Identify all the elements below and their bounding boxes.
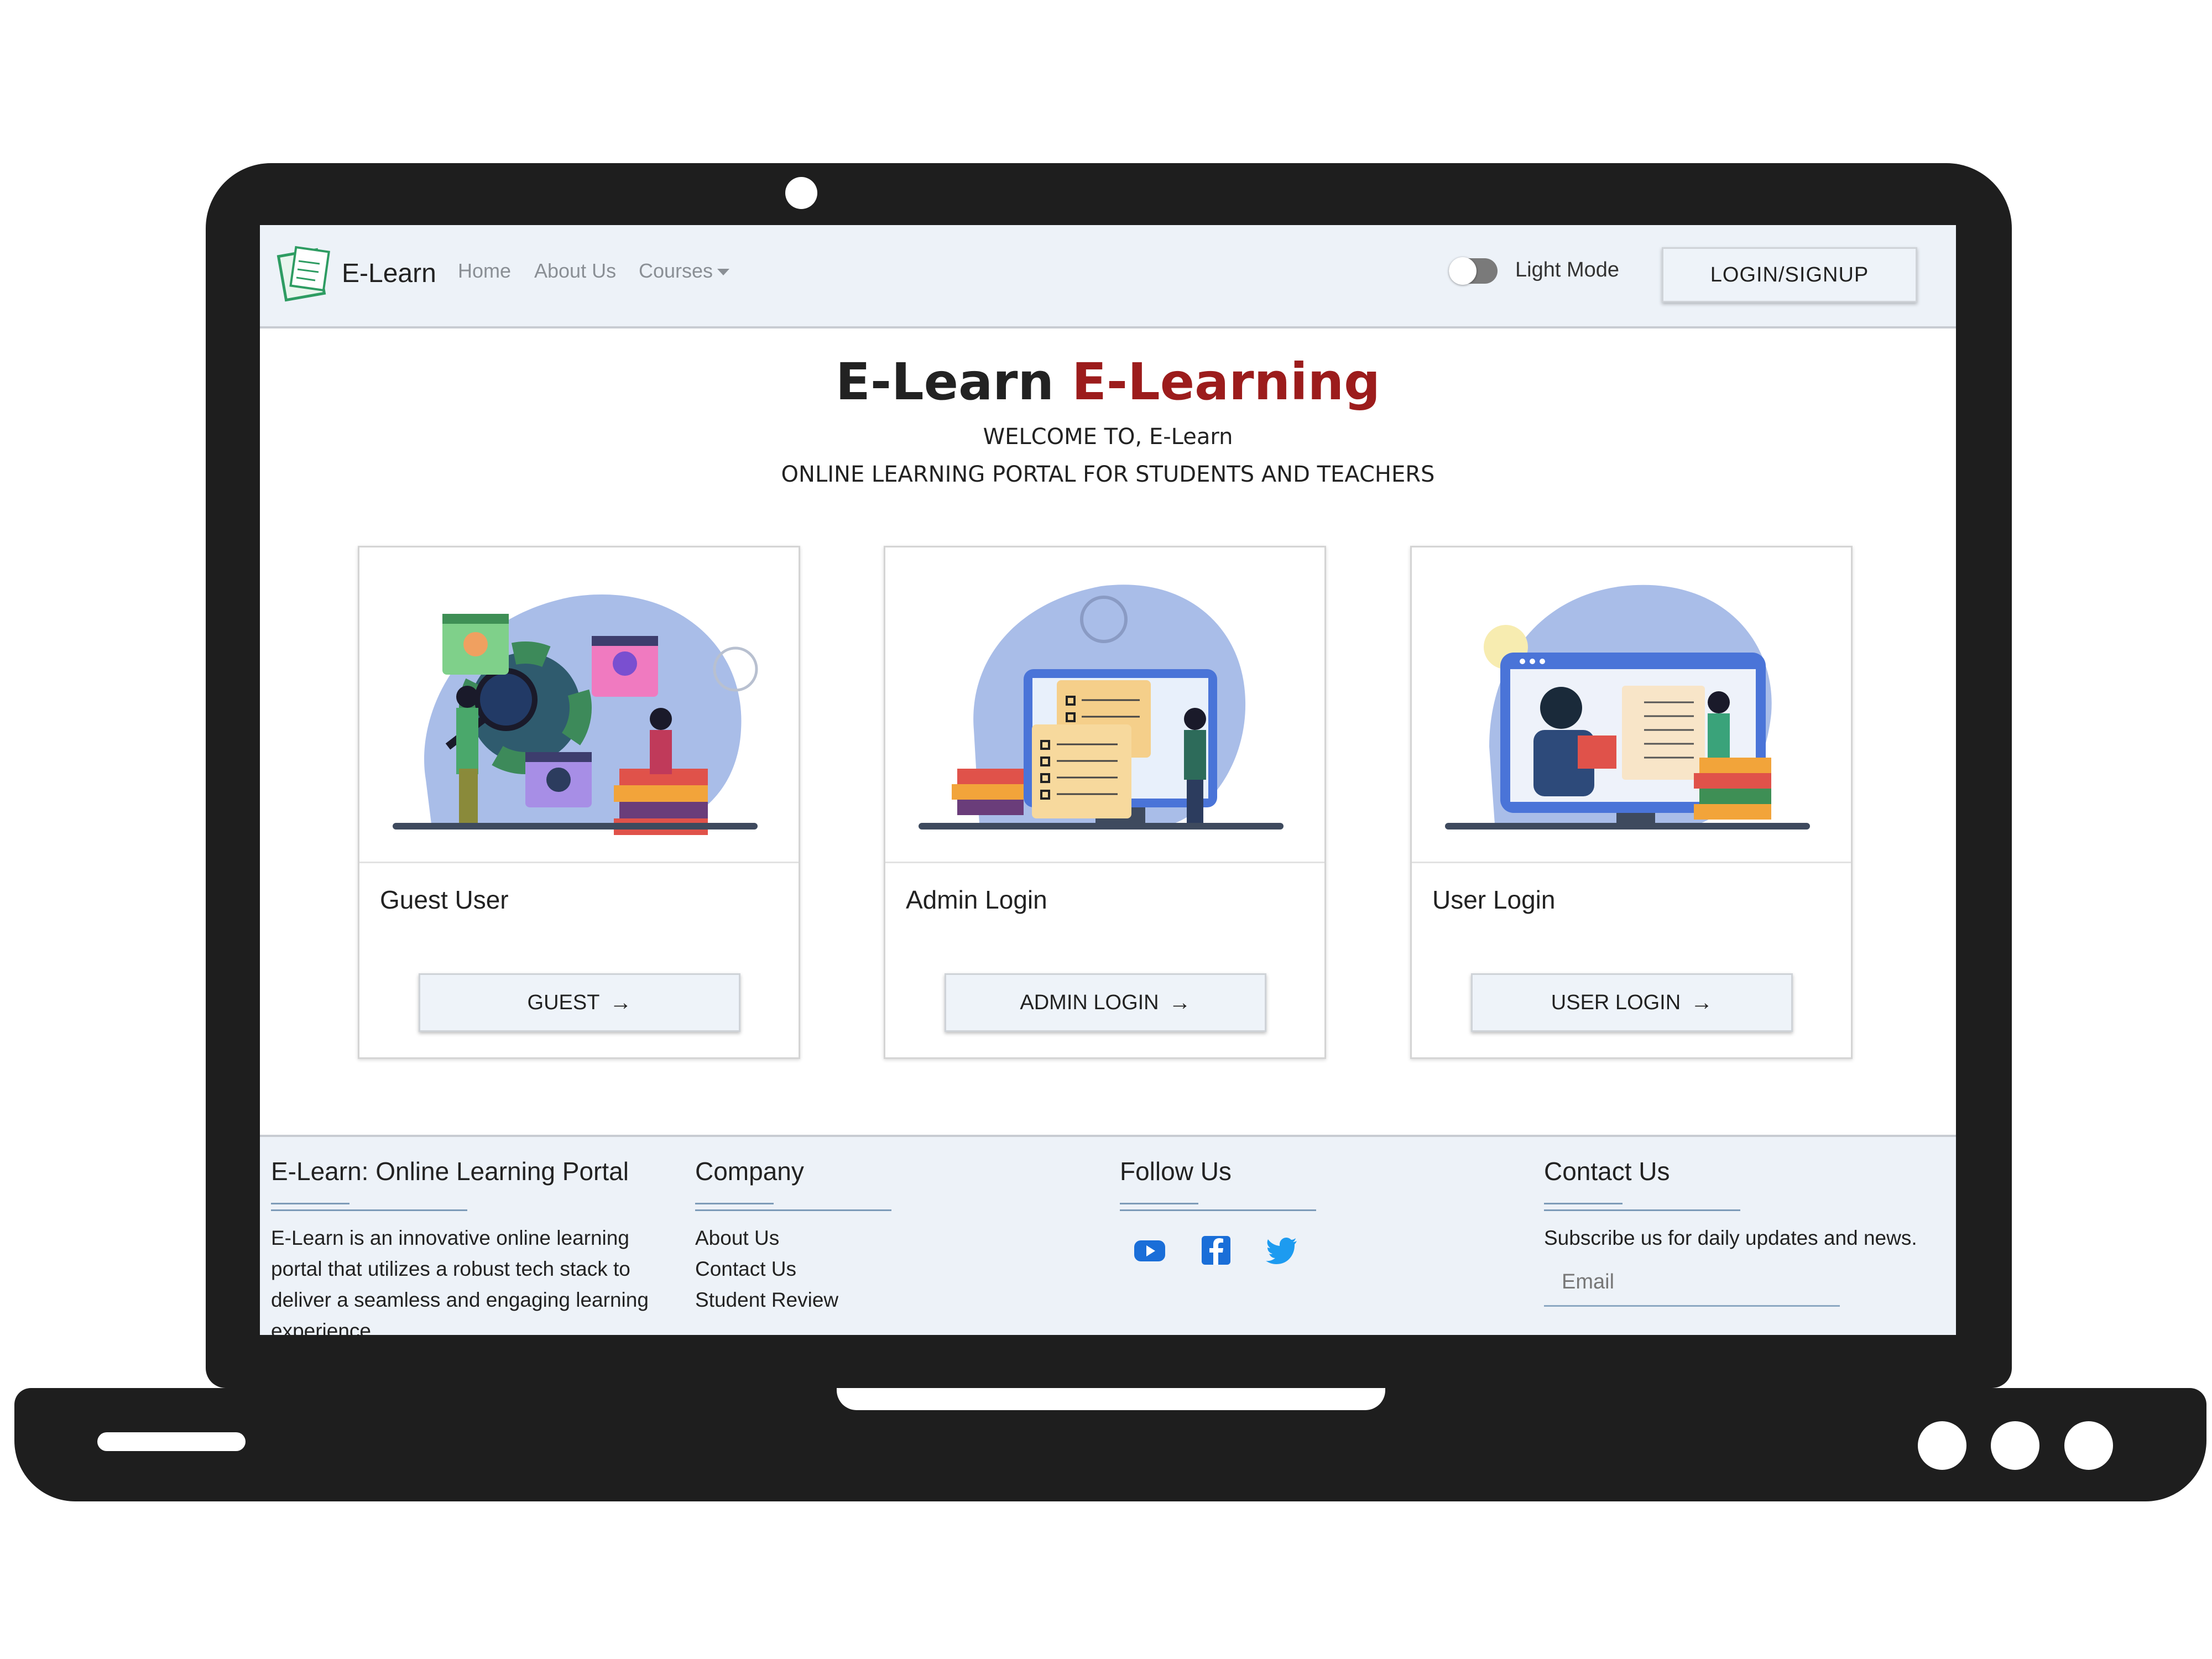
admin-login-button[interactable]: ADMIN LOGIN → xyxy=(945,973,1266,1032)
user-login-button[interactable]: USER LOGIN → xyxy=(1471,973,1793,1032)
laptop-indicator-light xyxy=(2064,1421,2113,1470)
guest-user-card: Guest User GUEST → xyxy=(358,546,800,1059)
laptop-camera xyxy=(785,177,817,209)
heading-underline xyxy=(1120,1203,1316,1211)
e-learn-logo-icon[interactable] xyxy=(276,242,332,302)
twitter-icon[interactable] xyxy=(1265,1233,1300,1268)
admin-illustration xyxy=(885,585,1324,863)
footer-company: Company About Us Contact Us Student Revi… xyxy=(695,1156,972,1316)
footer-link-student-review[interactable]: Student Review xyxy=(695,1285,972,1316)
laptop-hinge-notch xyxy=(837,1388,1385,1410)
social-links xyxy=(1132,1233,1396,1268)
guest-button[interactable]: GUEST → xyxy=(419,973,740,1032)
admin-login-card: Admin Login ADMIN LOGIN → xyxy=(884,546,1326,1059)
laptop-indicator-light xyxy=(1991,1421,2039,1470)
footer-follow-heading: Follow Us xyxy=(1120,1157,1232,1186)
card-title: Admin Login xyxy=(906,885,1047,914)
login-signup-button[interactable]: LOGIN/SIGNUP xyxy=(1662,247,1917,302)
title-accent: E-Learning xyxy=(1072,352,1380,411)
footer-company-heading: Company xyxy=(695,1157,804,1186)
heading-underline xyxy=(695,1203,891,1211)
footer-about-text: E-Learn is an innovative online learning… xyxy=(271,1227,649,1335)
arrow-right-icon: → xyxy=(609,990,632,1015)
heading-underline xyxy=(1544,1203,1740,1211)
footer-follow: Follow Us xyxy=(1120,1156,1396,1268)
navbar: E-Learn Home About Us Courses Light Mode… xyxy=(260,225,1956,328)
heading-underline xyxy=(271,1203,467,1211)
youtube-icon[interactable] xyxy=(1132,1233,1167,1268)
title-main: E-Learn xyxy=(836,352,1055,411)
button-label: ADMIN LOGIN xyxy=(1020,990,1159,1014)
footer-link-about-us[interactable]: About Us xyxy=(695,1223,972,1254)
facebook-icon[interactable] xyxy=(1198,1233,1234,1268)
arrow-right-icon: → xyxy=(1691,990,1713,1015)
tagline-text: ONLINE LEARNING PORTAL FOR STUDENTS AND … xyxy=(781,462,1435,487)
card-title: User Login xyxy=(1432,885,1556,914)
arrow-right-icon: → xyxy=(1168,990,1191,1015)
nav-dropdown-courses[interactable]: Courses xyxy=(639,259,730,283)
user-login-card: User Login USER LOGIN → xyxy=(1410,546,1853,1059)
footer-about: E-Learn: Online Learning Portal E-Learn … xyxy=(271,1156,669,1335)
welcome-text: WELCOME TO, E-Learn xyxy=(983,424,1233,450)
laptop-indicator-light xyxy=(1918,1421,1966,1470)
email-field[interactable]: Email xyxy=(1544,1270,1840,1307)
nav-courses-label: Courses xyxy=(639,259,713,282)
toggle-knob xyxy=(1449,257,1477,285)
footer-subscribe-text: Subscribe us for daily updates and news. xyxy=(1544,1227,1917,1249)
light-mode-label: Light Mode xyxy=(1515,258,1620,281)
nav-link-about-us[interactable]: About Us xyxy=(534,259,616,283)
button-label: USER LOGIN xyxy=(1551,990,1681,1014)
footer-about-heading: E-Learn: Online Learning Portal xyxy=(271,1157,629,1186)
user-illustration xyxy=(1412,585,1851,863)
guest-illustration xyxy=(359,594,799,863)
footer-contact-heading: Contact Us xyxy=(1544,1157,1670,1186)
laptop-slot xyxy=(97,1432,246,1451)
laptop-screen: E-Learn Home About Us Courses Light Mode… xyxy=(260,225,1956,1335)
button-label: GUEST xyxy=(527,990,600,1014)
footer-contact: Contact Us Subscribe us for daily update… xyxy=(1544,1156,1942,1307)
footer: E-Learn: Online Learning Portal E-Learn … xyxy=(260,1135,1956,1335)
card-title: Guest User xyxy=(380,885,509,914)
page-title: E-Learn E-Learning xyxy=(260,352,1956,411)
nav-link-home[interactable]: Home xyxy=(458,259,511,283)
footer-link-contact-us[interactable]: Contact Us xyxy=(695,1254,972,1285)
chevron-down-icon xyxy=(717,269,730,276)
brand-name[interactable]: E-Learn xyxy=(342,258,436,289)
